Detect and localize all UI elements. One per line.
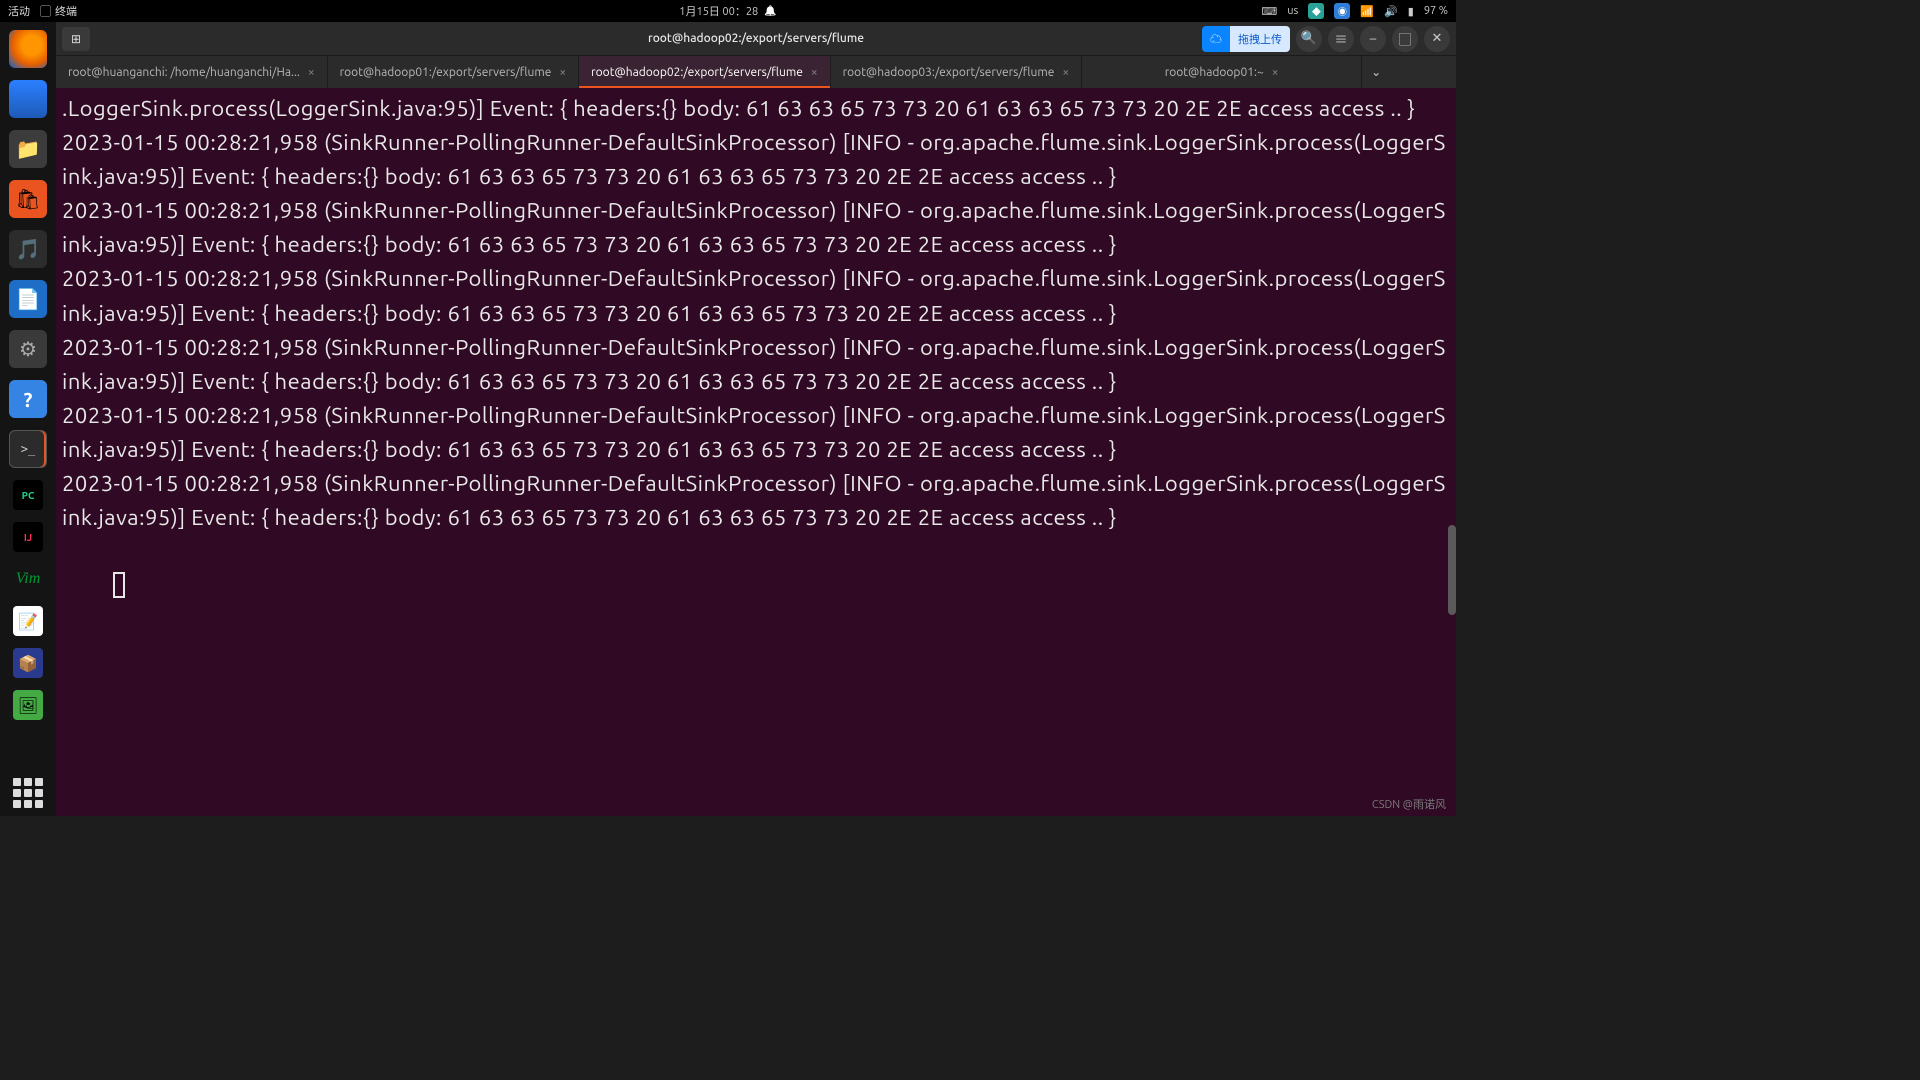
tab-label: root@huanganchi: /home/huanganchi/Ha... <box>68 66 300 79</box>
maximize-icon: ▢ <box>1398 29 1411 48</box>
close-button[interactable]: ✕ <box>1424 26 1450 52</box>
activities-button[interactable]: 活动 <box>8 3 30 19</box>
tab-close-icon[interactable]: × <box>1272 66 1279 79</box>
minimize-icon: – <box>1370 32 1376 46</box>
tab-2[interactable]: root@hadoop02:/export/servers/flume × <box>579 56 831 88</box>
tab-label: root@hadoop03:/export/servers/flume <box>843 66 1055 79</box>
terminal-window: ⊞ root@hadoop02:/export/servers/flume ☁ … <box>56 22 1456 816</box>
maximize-button[interactable]: ▢ <box>1392 26 1418 52</box>
minimize-button[interactable]: – <box>1360 26 1386 52</box>
intellij-icon[interactable]: IJ <box>13 522 43 552</box>
settings-icon[interactable] <box>9 330 47 368</box>
firefox-icon[interactable] <box>9 30 47 68</box>
upload-button[interactable]: ☁ 拖拽上传 <box>1202 26 1290 52</box>
terminal-menu-icon: ▢ <box>40 3 51 19</box>
gnome-top-panel: 活动 ▢ 终端 1月15日 00：28 us ◆ ◉ 97 % <box>0 0 1456 22</box>
vim-icon[interactable]: Vim <box>13 564 43 594</box>
scrollbar-thumb[interactable] <box>1448 525 1456 615</box>
gedit-icon[interactable] <box>13 606 43 636</box>
virtualbox-icon[interactable] <box>13 648 43 678</box>
window-title: root@hadoop02:/export/servers/flume <box>648 32 864 45</box>
tab-1[interactable]: root@hadoop01:/export/servers/flume × <box>328 56 580 88</box>
tab-0[interactable]: root@huanganchi: /home/huanganchi/Ha... × <box>56 56 328 88</box>
image-viewer-icon[interactable] <box>13 690 43 720</box>
chevron-down-icon: ⌄ <box>1371 65 1381 79</box>
tab-label: root@hadoop02:/export/servers/flume <box>591 66 803 79</box>
app-menu[interactable]: ▢ 终端 <box>40 3 77 19</box>
help-icon[interactable] <box>9 380 47 418</box>
tab-label: root@hadoop01:/export/servers/flume <box>340 66 552 79</box>
tab-label: root@hadoop01:~ <box>1165 66 1264 79</box>
search-icon: 🔍 <box>1301 31 1317 46</box>
rhythmbox-icon[interactable] <box>9 230 47 268</box>
new-tab-button[interactable]: ⊞ <box>62 27 90 51</box>
tab-close-icon[interactable]: × <box>308 66 315 79</box>
battery-percent: 97 % <box>1424 5 1448 17</box>
dock: PC IJ Vim <box>0 22 56 816</box>
tab-close-icon[interactable]: × <box>559 66 566 79</box>
tray-app1-icon[interactable]: ◆ <box>1308 3 1324 19</box>
battery-icon[interactable] <box>1408 5 1414 18</box>
terminal-tabbar: root@huanganchi: /home/huanganchi/Ha... ×… <box>56 56 1456 88</box>
window-titlebar: ⊞ root@hadoop02:/export/servers/flume ☁ … <box>56 22 1456 56</box>
terminal-cursor <box>113 572 125 598</box>
cloud-upload-icon: ☁ <box>1202 26 1230 52</box>
pycharm-icon[interactable]: PC <box>13 480 43 510</box>
show-applications-button[interactable] <box>13 778 43 808</box>
terminal-icon[interactable] <box>9 430 47 468</box>
keyboard-icon <box>1261 5 1277 18</box>
volume-icon[interactable] <box>1384 5 1398 18</box>
log-text: .LoggerSink.process(LoggerSink.java:95)]… <box>62 96 1446 530</box>
hamburger-icon: ≡ <box>1334 29 1347 48</box>
watermark: CSDN @雨诺风 <box>1372 796 1446 812</box>
clock[interactable]: 1月15日 00：28 <box>679 3 758 19</box>
input-source-indicator[interactable]: us <box>1287 5 1298 17</box>
tab-4[interactable]: root@hadoop01:~ × <box>1082 56 1362 88</box>
software-store-icon[interactable] <box>9 180 47 218</box>
upload-button-label: 拖拽上传 <box>1230 26 1290 52</box>
thunderbird-icon[interactable] <box>9 80 47 118</box>
tray-app2-icon[interactable]: ◉ <box>1334 3 1350 19</box>
tab-3[interactable]: root@hadoop03:/export/servers/flume × <box>831 56 1083 88</box>
notification-bell-icon[interactable] <box>764 5 776 17</box>
tab-close-icon[interactable]: × <box>1062 66 1069 79</box>
writer-icon[interactable] <box>9 280 47 318</box>
hamburger-menu-button[interactable]: ≡ <box>1328 26 1354 52</box>
close-icon: ✕ <box>1432 31 1443 46</box>
search-button[interactable]: 🔍 <box>1296 26 1322 52</box>
tab-overflow-button[interactable]: ⌄ <box>1362 56 1390 88</box>
terminal-output[interactable]: .LoggerSink.process(LoggerSink.java:95)]… <box>56 88 1456 816</box>
files-icon[interactable] <box>9 130 47 168</box>
tab-close-icon[interactable]: × <box>811 66 818 79</box>
app-menu-label: 终端 <box>55 3 77 19</box>
wifi-icon[interactable] <box>1360 5 1374 18</box>
